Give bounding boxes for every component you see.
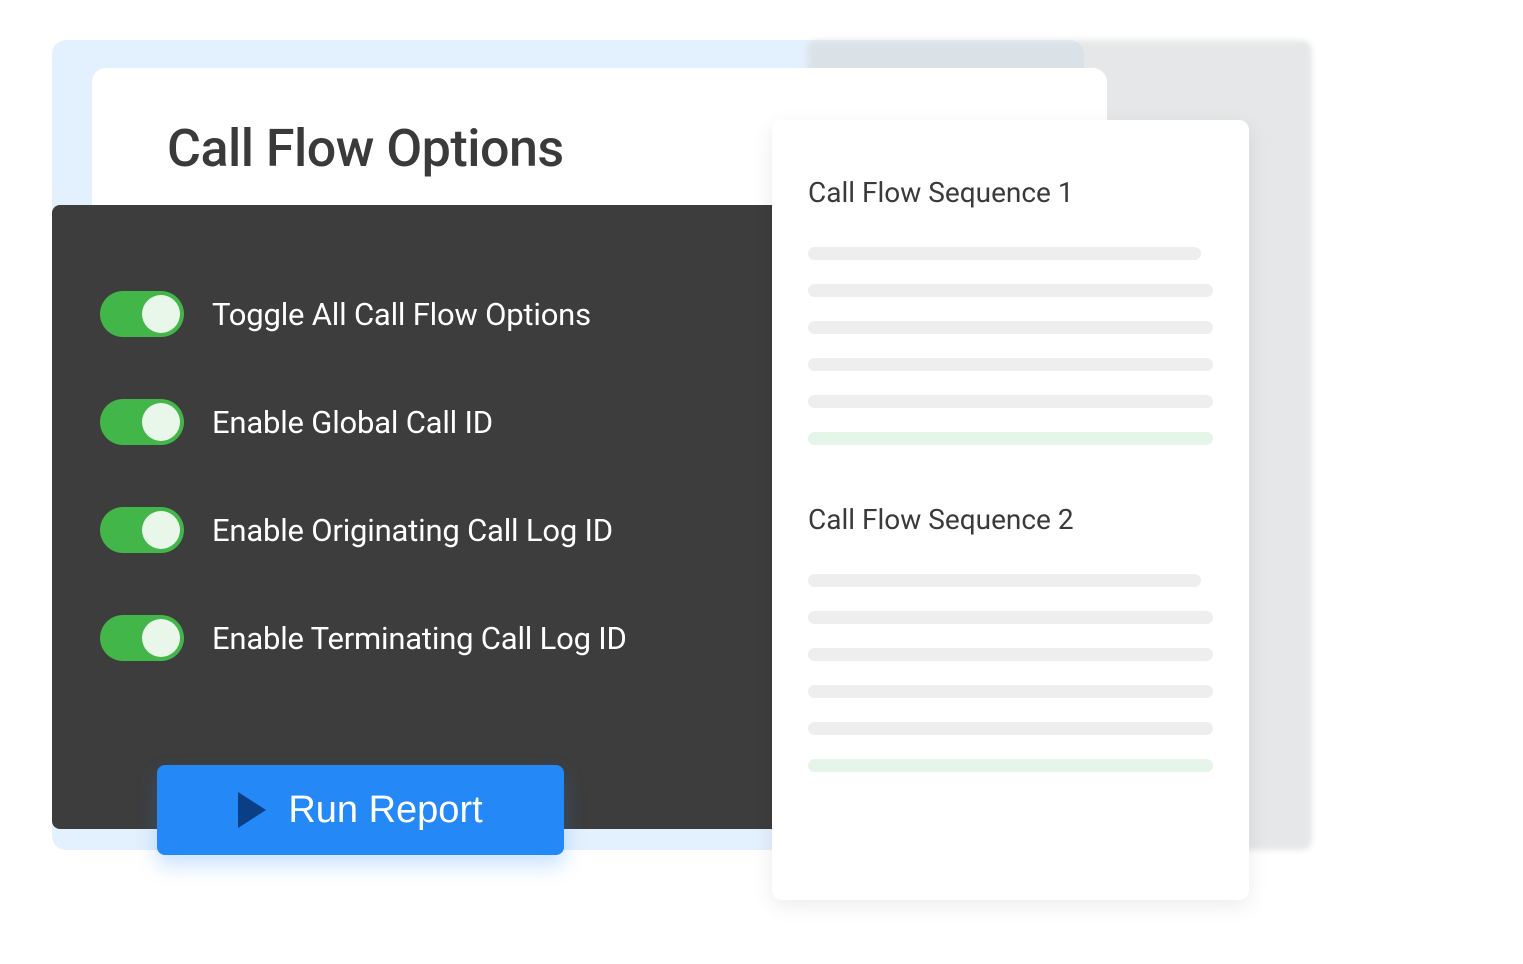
placeholder-line [808,247,1201,260]
placeholder-line [808,395,1213,408]
toggle-row-originating-call-log-id: Enable Originating Call Log ID [100,507,756,553]
toggle-knob [142,403,180,441]
toggle-row-terminating-call-log-id: Enable Terminating Call Log ID [100,615,756,661]
placeholder-line-highlight [808,432,1213,445]
toggle-label-originating-call-log-id: Enable Originating Call Log ID [212,512,613,549]
placeholder-line [808,574,1201,587]
placeholder-line [808,722,1213,735]
placeholder-line [808,611,1213,624]
toggle-knob [142,619,180,657]
toggle-all-call-flow-options[interactable] [100,291,184,337]
sequence-2-title: Call Flow Sequence 2 [808,503,1213,536]
stage: Call Flow Options Toggle All Call Flow O… [52,25,1347,925]
toggle-global-call-id[interactable] [100,399,184,445]
toggle-label-all: Toggle All Call Flow Options [212,296,591,333]
toggle-originating-call-log-id[interactable] [100,507,184,553]
placeholder-line [808,358,1213,371]
run-report-label: Run Report [288,789,482,832]
sequence-card: Call Flow Sequence 1 Call Flow Sequence … [772,120,1249,900]
sequence-block-2: Call Flow Sequence 2 [808,503,1213,772]
toggle-panel: Toggle All Call Flow Options Enable Glob… [52,205,804,829]
placeholder-line [808,284,1213,297]
sequence-block-1: Call Flow Sequence 1 [808,176,1213,445]
toggle-knob [142,295,180,333]
toggle-terminating-call-log-id[interactable] [100,615,184,661]
toggle-row-global-call-id: Enable Global Call ID [100,399,756,445]
sequence-1-title: Call Flow Sequence 1 [808,176,1213,209]
placeholder-line-highlight [808,759,1213,772]
toggle-label-global-call-id: Enable Global Call ID [212,404,493,441]
play-icon [238,792,266,828]
toggle-row-all: Toggle All Call Flow Options [100,291,756,337]
toggle-label-terminating-call-log-id: Enable Terminating Call Log ID [212,620,627,657]
toggle-knob [142,511,180,549]
run-report-button[interactable]: Run Report [157,765,564,855]
placeholder-line [808,321,1213,334]
placeholder-line [808,685,1213,698]
placeholder-line [808,648,1213,661]
